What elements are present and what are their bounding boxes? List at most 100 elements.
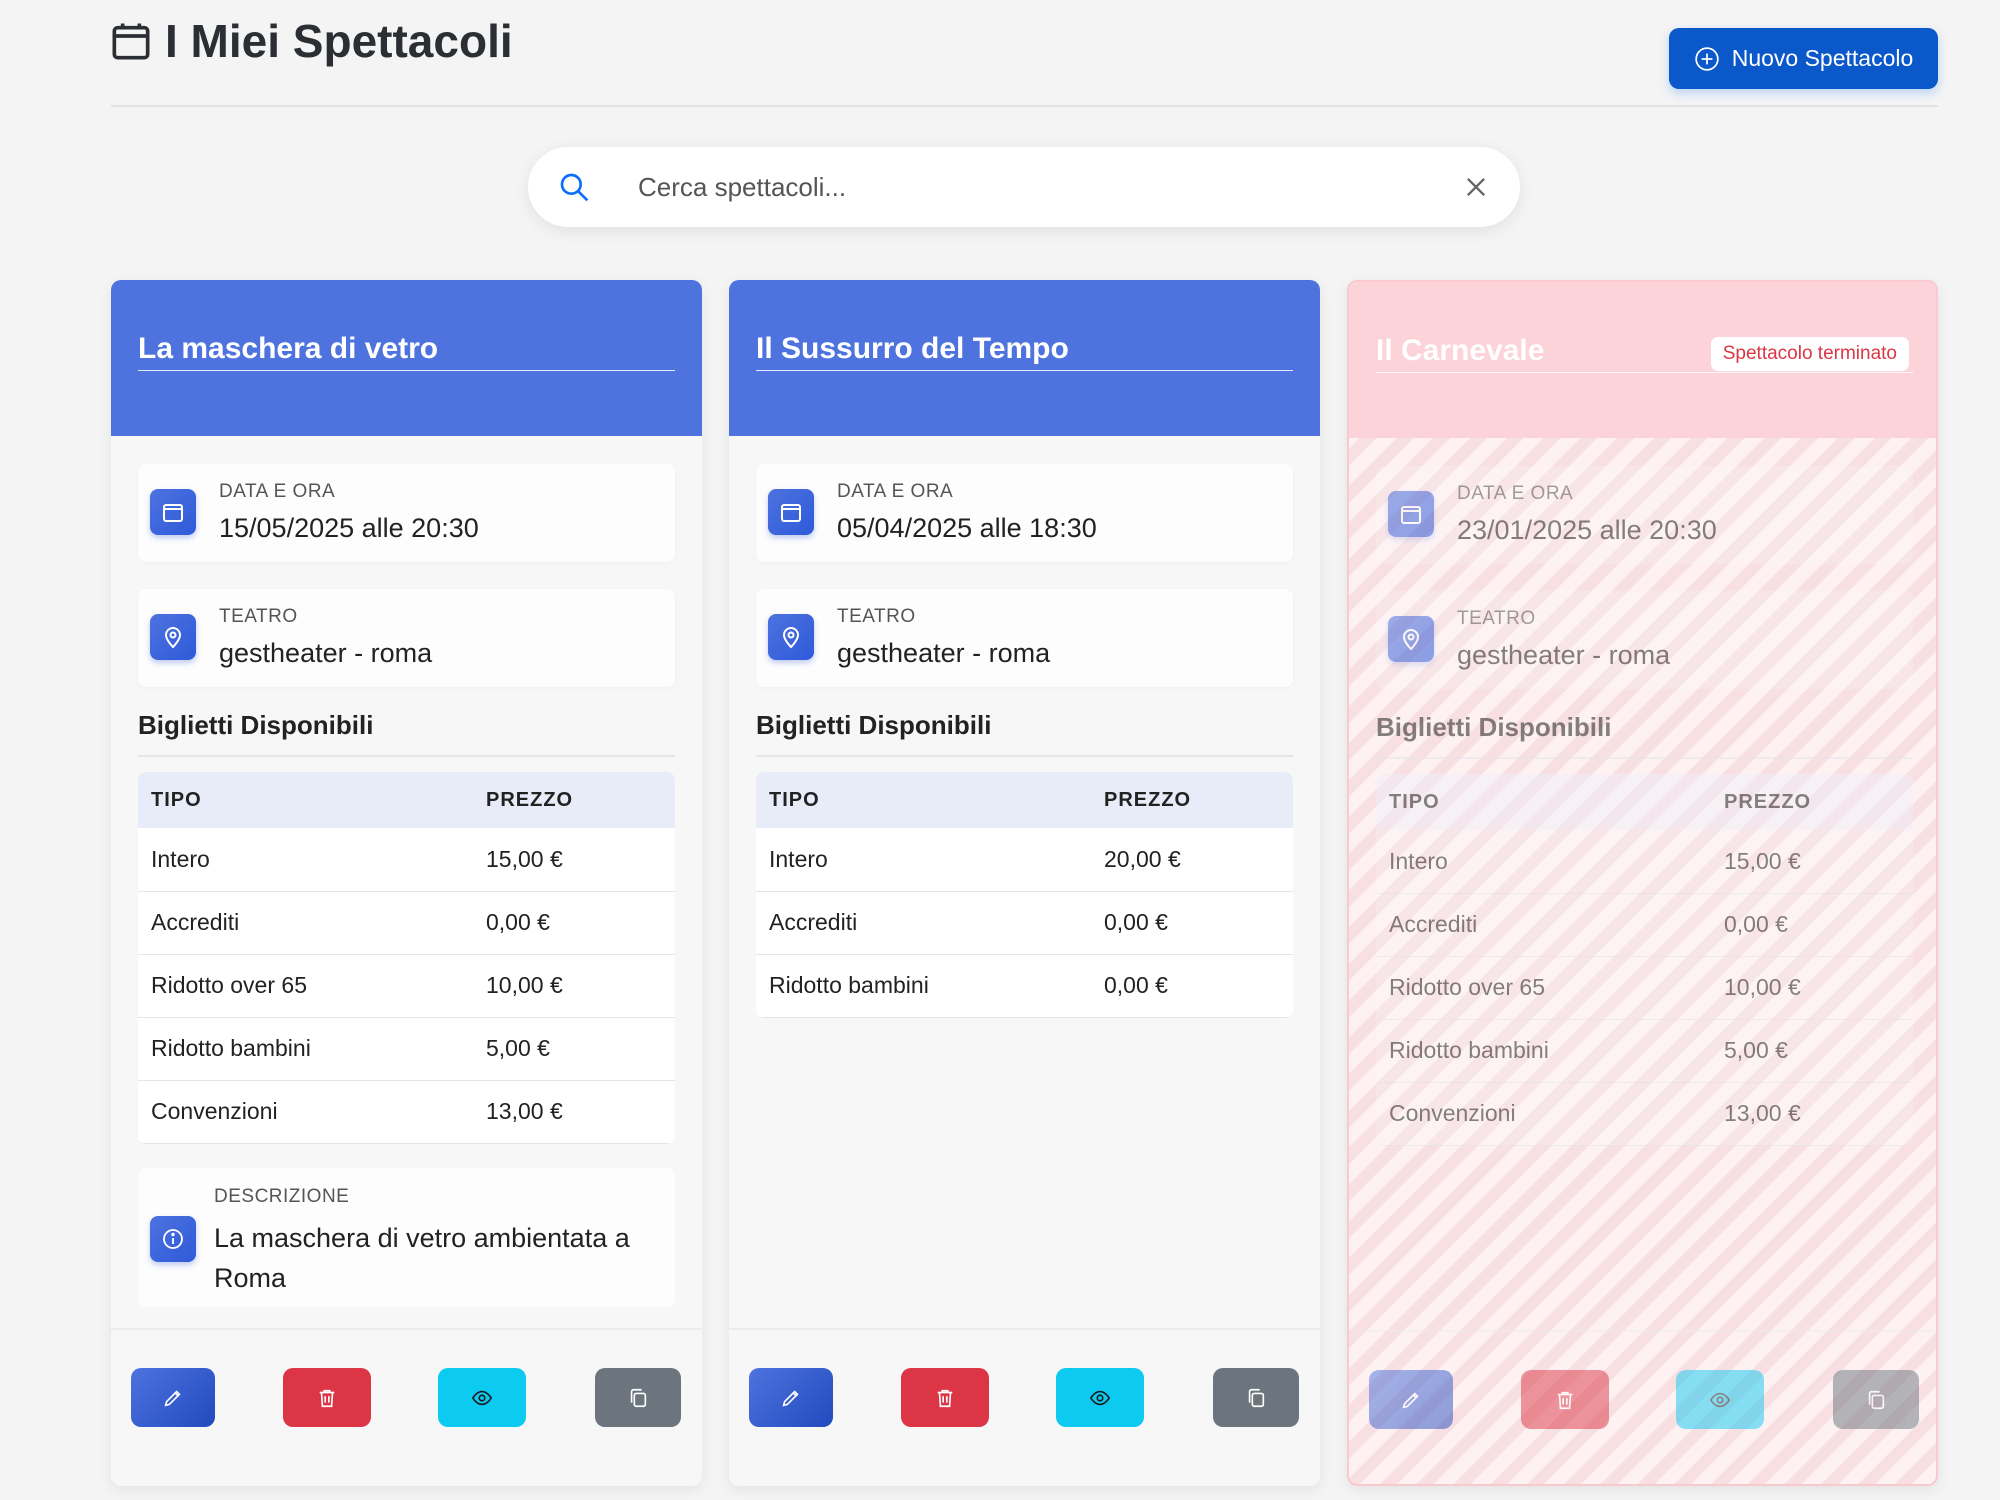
ticket-type: Accrediti <box>1376 893 1724 957</box>
theater-label: TEATRO <box>219 606 298 627</box>
table-row: Ridotto over 65 10,00 € <box>138 954 675 1018</box>
table-header-row: TIPO PREZZO <box>1376 774 1913 830</box>
card-header: Il Sussurro del Tempo <box>729 280 1320 436</box>
col-type-header: TIPO <box>138 772 486 828</box>
ticket-price: 13,00 € <box>486 1080 675 1144</box>
copy-icon <box>1248 1388 1265 1407</box>
ticket-type: Intero <box>756 828 1104 892</box>
ticket-type: Accrediti <box>756 891 1104 955</box>
copy-button[interactable] <box>1833 1370 1919 1429</box>
theater-label: TEATRO <box>837 606 916 627</box>
ticket-type: Intero <box>1376 830 1724 894</box>
tickets-section-title: Biglietti Disponibili <box>138 710 675 757</box>
ticket-price: 13,00 € <box>1724 1082 1913 1146</box>
tickets-section-title: Biglietti Disponibili <box>756 710 1293 757</box>
view-button[interactable] <box>438 1368 526 1427</box>
col-type-header: TIPO <box>1376 774 1724 830</box>
show-card-ended: Il Carnevale Spettacolo terminato DATA E… <box>1347 280 1938 1486</box>
table-row: Accrediti 0,00 € <box>1376 893 1913 957</box>
ticket-price: 0,00 € <box>486 891 675 955</box>
delete-button[interactable] <box>901 1368 989 1427</box>
date-label: DATA E ORA <box>837 481 954 502</box>
edit-button[interactable] <box>749 1368 833 1427</box>
new-show-button[interactable]: Nuovo Spettacolo <box>1669 28 1938 89</box>
trash-icon <box>1557 1391 1573 1409</box>
col-price-header: PREZZO <box>486 772 675 828</box>
theater-info: TEATRO gestheater - roma <box>138 589 675 687</box>
calendar-icon <box>112 23 150 60</box>
card-header: Il Carnevale Spettacolo terminato <box>1349 282 1936 438</box>
ticket-type: Ridotto over 65 <box>138 954 486 1018</box>
page-title: I Miei Spettacoli <box>111 14 513 68</box>
card-actions <box>111 1328 702 1436</box>
date-info: DATA E ORA 05/04/2025 alle 18:30 <box>756 464 1293 562</box>
eye-icon <box>1709 1392 1731 1407</box>
ticket-price: 20,00 € <box>1104 828 1293 892</box>
location-pin-icon <box>1388 616 1434 662</box>
ticket-type: Ridotto bambini <box>138 1017 486 1081</box>
search-input[interactable] <box>638 165 1338 209</box>
view-button[interactable] <box>1676 1370 1764 1429</box>
col-type-header: TIPO <box>756 772 1104 828</box>
table-row: Intero 20,00 € <box>756 828 1293 892</box>
table-row: Ridotto over 65 10,00 € <box>1376 956 1913 1020</box>
search-icon <box>560 173 589 202</box>
page-header: I Miei Spettacoli Nuovo Spettacolo <box>111 0 1938 107</box>
table-header-row: TIPO PREZZO <box>138 772 675 828</box>
table-row: Accrediti 0,00 € <box>756 891 1293 955</box>
copy-button[interactable] <box>1213 1368 1299 1427</box>
calendar-icon <box>1388 491 1434 537</box>
pencil-icon <box>1402 1391 1419 1408</box>
close-icon[interactable] <box>1462 173 1490 201</box>
ticket-price: 10,00 € <box>1724 956 1913 1020</box>
table-row: Accrediti 0,00 € <box>138 891 675 955</box>
table-row: Ridotto bambini 0,00 € <box>756 954 1293 1018</box>
pencil-icon <box>782 1389 799 1406</box>
theater-value: gestheater - roma <box>837 638 1051 668</box>
ticket-price: 15,00 € <box>486 828 675 892</box>
show-title[interactable]: Il Sussurro del Tempo <box>756 332 1293 371</box>
table-row: Intero 15,00 € <box>1376 830 1913 894</box>
table-row: Convenzioni 13,00 € <box>138 1080 675 1144</box>
date-value: 15/05/2025 alle 20:30 <box>219 513 479 543</box>
location-pin-icon <box>150 614 196 660</box>
ticket-price: 15,00 € <box>1724 830 1913 894</box>
table-row: Ridotto bambini 5,00 € <box>138 1017 675 1081</box>
theater-info: TEATRO gestheater - roma <box>756 589 1293 687</box>
edit-button[interactable] <box>131 1368 215 1427</box>
ticket-type: Intero <box>138 828 486 892</box>
ticket-type: Ridotto over 65 <box>1376 956 1724 1020</box>
new-show-label: Nuovo Spettacolo <box>1731 45 1914 71</box>
ticket-type: Ridotto bambini <box>1376 1019 1724 1083</box>
copy-icon <box>1868 1390 1885 1409</box>
description-info: DESCRIZIONE La maschera di vetro ambient… <box>138 1168 675 1307</box>
copy-icon <box>630 1388 647 1407</box>
info-icon <box>150 1216 196 1262</box>
ticket-price: 10,00 € <box>486 954 675 1018</box>
col-price-header: PREZZO <box>1104 772 1293 828</box>
show-title[interactable]: La maschera di vetro <box>138 332 675 371</box>
date-label: DATA E ORA <box>1457 483 1574 504</box>
pencil-icon <box>164 1389 181 1406</box>
ticket-price: 5,00 € <box>486 1017 675 1081</box>
page-title-text: I Miei Spettacoli <box>165 15 513 67</box>
search-bar <box>528 147 1520 227</box>
theater-info: TEATRO gestheater - roma <box>1376 591 1913 689</box>
date-info: DATA E ORA 23/01/2025 alle 20:30 <box>1376 466 1913 564</box>
ticket-price: 0,00 € <box>1104 954 1293 1018</box>
ticket-type: Convenzioni <box>138 1080 486 1144</box>
edit-button[interactable] <box>1369 1370 1453 1429</box>
card-actions <box>729 1328 1320 1436</box>
eye-icon <box>471 1390 493 1405</box>
calendar-icon <box>768 489 814 535</box>
theater-value: gestheater - roma <box>1457 640 1671 670</box>
copy-button[interactable] <box>595 1368 681 1427</box>
delete-button[interactable] <box>283 1368 371 1427</box>
ticket-price: 5,00 € <box>1724 1019 1913 1083</box>
table-row: Ridotto bambini 5,00 € <box>1376 1019 1913 1083</box>
delete-button[interactable] <box>1521 1370 1609 1429</box>
date-label: DATA E ORA <box>219 481 336 502</box>
view-button[interactable] <box>1056 1368 1144 1427</box>
show-card: Il Sussurro del Tempo DATA E ORA 05/04/2… <box>729 280 1320 1486</box>
description-label: DESCRIZIONE <box>214 1186 350 1207</box>
